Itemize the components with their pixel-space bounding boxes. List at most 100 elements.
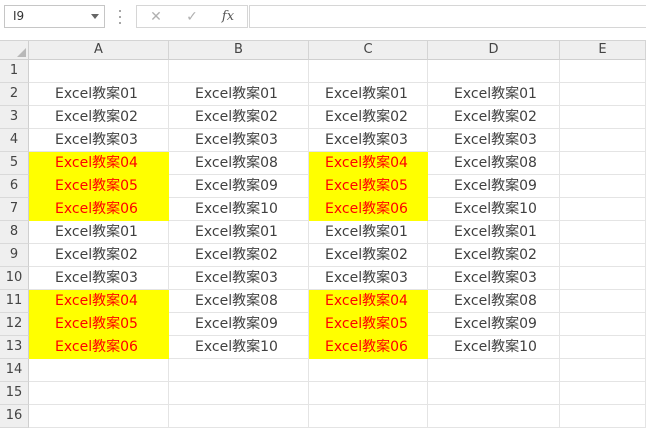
row-header-14[interactable]: 14 xyxy=(0,359,29,382)
cell-a5[interactable]: Excel教案04 xyxy=(29,152,169,175)
cell-e14[interactable] xyxy=(560,359,646,382)
cell-b8[interactable]: Excel教案01 xyxy=(169,221,309,244)
cell-a13[interactable]: Excel教案06 xyxy=(29,336,169,359)
cell-d15[interactable] xyxy=(428,382,560,405)
column-header-e[interactable]: E xyxy=(560,41,646,60)
cell-c1[interactable] xyxy=(309,60,428,83)
cell-d8[interactable]: Excel教案01 xyxy=(428,221,560,244)
chevron-down-icon[interactable] xyxy=(91,14,99,19)
cell-e13[interactable] xyxy=(560,336,646,359)
cell-a7[interactable]: Excel教案06 xyxy=(29,198,169,221)
name-box[interactable]: I9 xyxy=(4,5,105,28)
cell-a14[interactable] xyxy=(29,359,169,382)
column-header-c[interactable]: C xyxy=(309,41,428,60)
row-header-4[interactable]: 4 xyxy=(0,129,29,152)
row-header-3[interactable]: 3 xyxy=(0,106,29,129)
cell-c4[interactable]: Excel教案03 xyxy=(309,129,428,152)
cell-d5[interactable]: Excel教案08 xyxy=(428,152,560,175)
cell-d16[interactable] xyxy=(428,405,560,428)
cell-b14[interactable] xyxy=(169,359,309,382)
cell-a16[interactable] xyxy=(29,405,169,428)
cell-c9[interactable]: Excel教案02 xyxy=(309,244,428,267)
cell-b1[interactable] xyxy=(169,60,309,83)
cell-c13[interactable]: Excel教案06 xyxy=(309,336,428,359)
cell-d14[interactable] xyxy=(428,359,560,382)
cell-e16[interactable] xyxy=(560,405,646,428)
cell-c5[interactable]: Excel教案04 xyxy=(309,152,428,175)
cell-e6[interactable] xyxy=(560,175,646,198)
row-header-6[interactable]: 6 xyxy=(0,175,29,198)
cell-b3[interactable]: Excel教案02 xyxy=(169,106,309,129)
cell-a1[interactable] xyxy=(29,60,169,83)
cell-a2[interactable]: Excel教案01 xyxy=(29,83,169,106)
cell-c14[interactable] xyxy=(309,359,428,382)
cell-a12[interactable]: Excel教案05 xyxy=(29,313,169,336)
cell-b15[interactable] xyxy=(169,382,309,405)
insert-function-icon[interactable]: fx xyxy=(213,6,243,27)
cell-b10[interactable]: Excel教案03 xyxy=(169,267,309,290)
cell-c11[interactable]: Excel教案04 xyxy=(309,290,428,313)
cell-b13[interactable]: Excel教案10 xyxy=(169,336,309,359)
cell-c16[interactable] xyxy=(309,405,428,428)
cell-b7[interactable]: Excel教案10 xyxy=(169,198,309,221)
cell-b4[interactable]: Excel教案03 xyxy=(169,129,309,152)
cell-b11[interactable]: Excel教案08 xyxy=(169,290,309,313)
cell-d2[interactable]: Excel教案01 xyxy=(428,83,560,106)
cell-e11[interactable] xyxy=(560,290,646,313)
cell-e3[interactable] xyxy=(560,106,646,129)
cell-b2[interactable]: Excel教案01 xyxy=(169,83,309,106)
cell-c6[interactable]: Excel教案05 xyxy=(309,175,428,198)
row-header-15[interactable]: 15 xyxy=(0,382,29,405)
row-header-16[interactable]: 16 xyxy=(0,405,29,428)
cell-c2[interactable]: Excel教案01 xyxy=(309,83,428,106)
cell-a8[interactable]: Excel教案01 xyxy=(29,221,169,244)
row-header-2[interactable]: 2 xyxy=(0,83,29,106)
cell-d13[interactable]: Excel教案10 xyxy=(428,336,560,359)
cell-a4[interactable]: Excel教案03 xyxy=(29,129,169,152)
cell-a11[interactable]: Excel教案04 xyxy=(29,290,169,313)
cell-a9[interactable]: Excel教案02 xyxy=(29,244,169,267)
cell-c12[interactable]: Excel教案05 xyxy=(309,313,428,336)
row-header-1[interactable]: 1 xyxy=(0,60,29,83)
cell-d4[interactable]: Excel教案03 xyxy=(428,129,560,152)
cell-b6[interactable]: Excel教案09 xyxy=(169,175,309,198)
cell-a3[interactable]: Excel教案02 xyxy=(29,106,169,129)
cell-d3[interactable]: Excel教案02 xyxy=(428,106,560,129)
select-all-corner[interactable] xyxy=(0,41,29,60)
cell-b16[interactable] xyxy=(169,405,309,428)
more-options-icon[interactable] xyxy=(118,10,121,24)
cell-d1[interactable] xyxy=(428,60,560,83)
check-icon[interactable]: ✓ xyxy=(177,6,207,27)
cell-d12[interactable]: Excel教案09 xyxy=(428,313,560,336)
cancel-icon[interactable]: ✕ xyxy=(141,6,171,27)
column-header-a[interactable]: A xyxy=(29,41,169,60)
cell-e5[interactable] xyxy=(560,152,646,175)
cell-e15[interactable] xyxy=(560,382,646,405)
row-header-10[interactable]: 10 xyxy=(0,267,29,290)
cell-c3[interactable]: Excel教案02 xyxy=(309,106,428,129)
cell-b12[interactable]: Excel教案09 xyxy=(169,313,309,336)
row-header-13[interactable]: 13 xyxy=(0,336,29,359)
cell-d11[interactable]: Excel教案08 xyxy=(428,290,560,313)
column-header-d[interactable]: D xyxy=(428,41,560,60)
column-header-b[interactable]: B xyxy=(169,41,309,60)
cell-e4[interactable] xyxy=(560,129,646,152)
row-header-11[interactable]: 11 xyxy=(0,290,29,313)
cell-e1[interactable] xyxy=(560,60,646,83)
row-header-5[interactable]: 5 xyxy=(0,152,29,175)
cell-c8[interactable]: Excel教案01 xyxy=(309,221,428,244)
cell-a6[interactable]: Excel教案05 xyxy=(29,175,169,198)
cell-e12[interactable] xyxy=(560,313,646,336)
cell-e2[interactable] xyxy=(560,83,646,106)
cell-b5[interactable]: Excel教案08 xyxy=(169,152,309,175)
cell-e8[interactable] xyxy=(560,221,646,244)
row-header-8[interactable]: 8 xyxy=(0,221,29,244)
cell-d10[interactable]: Excel教案03 xyxy=(428,267,560,290)
cell-d9[interactable]: Excel教案02 xyxy=(428,244,560,267)
cell-d6[interactable]: Excel教案09 xyxy=(428,175,560,198)
formula-input[interactable] xyxy=(249,5,646,28)
row-header-12[interactable]: 12 xyxy=(0,313,29,336)
cell-c10[interactable]: Excel教案03 xyxy=(309,267,428,290)
cell-a10[interactable]: Excel教案03 xyxy=(29,267,169,290)
cell-a15[interactable] xyxy=(29,382,169,405)
